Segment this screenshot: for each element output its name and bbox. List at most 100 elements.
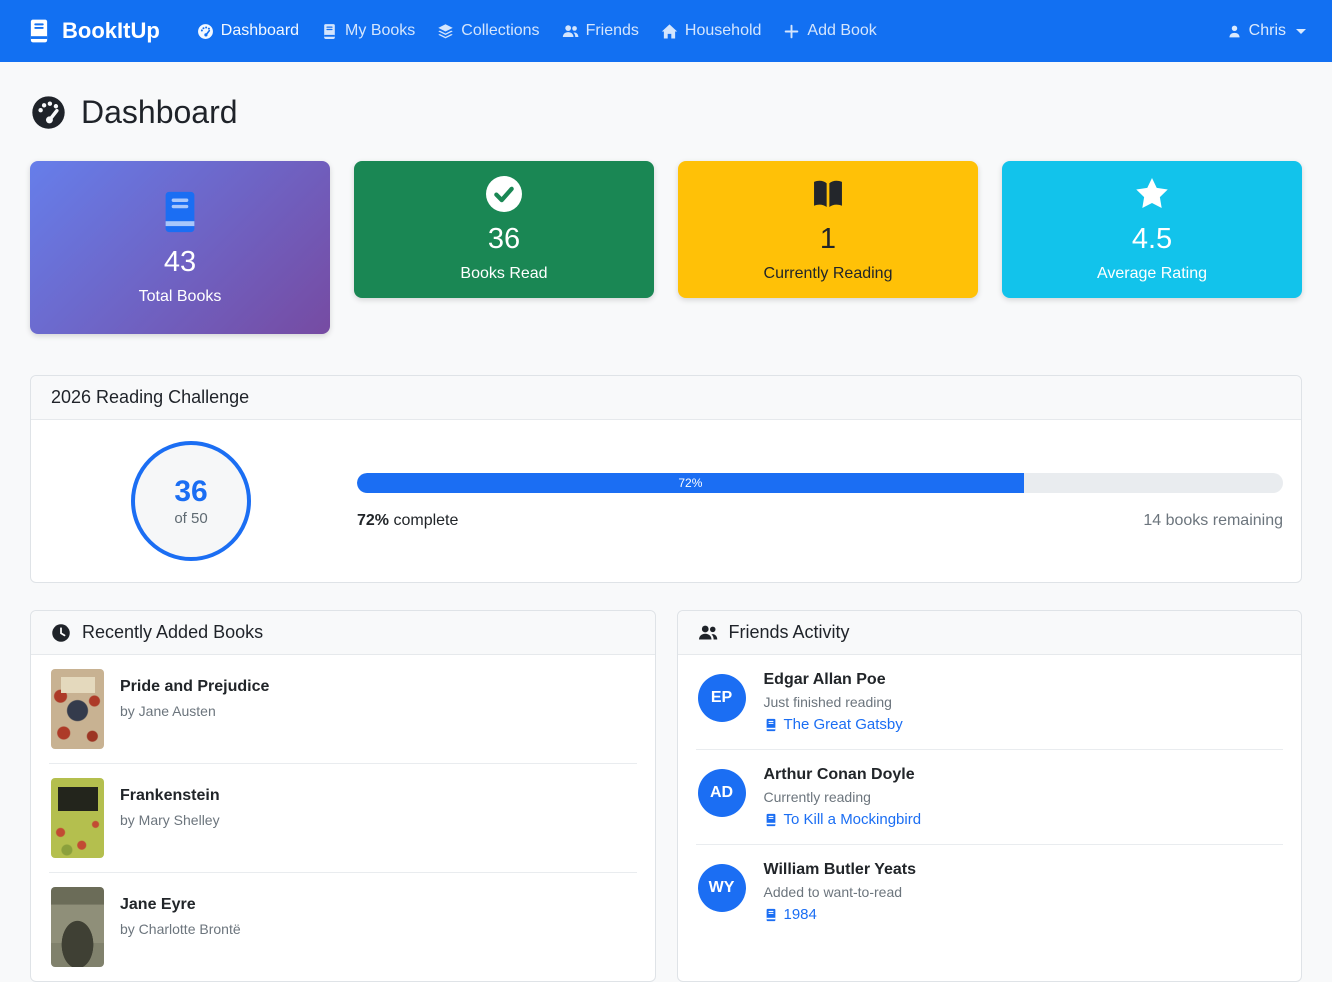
stat-label: Average Rating	[1097, 265, 1207, 283]
book-author: by Charlotte Brontë	[120, 921, 241, 938]
friend-book-title: 1984	[783, 906, 817, 924]
chevron-down-icon	[1296, 28, 1306, 34]
challenge-count: 36	[174, 475, 208, 509]
progress-track: 72%	[357, 472, 1283, 493]
friend-name: William Butler Yeats	[763, 861, 917, 879]
recently-added-panel: Recently Added Books Pride and Prejudice…	[30, 610, 656, 982]
friend-info: Edgar Allan Poe Just finished reading Th…	[764, 671, 903, 733]
friend-activity-item: EP Edgar Allan Poe Just finished reading…	[695, 655, 1283, 751]
friend-action: Just finished reading	[763, 694, 892, 711]
book-list-item: Pride and Prejudice by Jane Austen	[49, 655, 637, 765]
friend-info: Arthur Conan Doyle Currently reading To …	[764, 766, 922, 828]
gauge-icon	[197, 23, 214, 40]
book-info: Pride and Prejudice by Jane Austen	[120, 669, 269, 749]
progress-label: 72%	[678, 475, 703, 490]
nav-item-dashboard[interactable]: Dashboard	[186, 14, 310, 48]
stat-value: 1	[819, 223, 837, 255]
avatar: AD	[697, 769, 746, 818]
friend-book-link[interactable]: The Great Gatsby	[764, 716, 903, 733]
user-name: Chris	[1248, 22, 1286, 39]
stat-value: 43	[163, 246, 197, 278]
reading-challenge-panel: 2026 Reading Challenge 36 of 50 72% 72% …	[30, 375, 1302, 584]
friend-action: Currently reading	[763, 789, 871, 806]
friend-book-link[interactable]: To Kill a Mockingbird	[764, 811, 922, 829]
stat-label: Total Books	[138, 288, 222, 306]
brand-logo[interactable]: BookItUp	[26, 18, 160, 44]
friends-activity-header: Friends Activity	[677, 611, 1301, 656]
house-icon	[661, 23, 678, 40]
nav-label: Friends	[585, 22, 639, 39]
stat-card-average-rating: 4.5 Average Rating	[1002, 161, 1302, 299]
challenge-progress-fill: 72%	[357, 472, 1024, 493]
book-info: Jane Eyre by Charlotte Brontë	[120, 887, 241, 967]
nav-label: Household	[684, 22, 762, 39]
book-title: Pride and Prejudice	[120, 678, 270, 696]
nav-label: Dashboard	[220, 22, 300, 39]
person-icon	[1227, 24, 1242, 39]
friend-activity-item: AD Arthur Conan Doyle Currently reading …	[695, 750, 1283, 846]
nav-item-my-books[interactable]: My Books	[310, 14, 426, 48]
challenge-goal: of 50	[174, 509, 208, 527]
star-icon	[1018, 176, 1286, 212]
nav-item-friends[interactable]: Friends	[551, 14, 650, 48]
nav-links: Dashboard My Books Collections Friends H…	[186, 14, 1227, 48]
clock-icon	[51, 623, 71, 643]
check-circle-icon	[370, 176, 638, 212]
challenge-body: 36 of 50 72% 72% complete 14 books remai…	[31, 420, 1301, 582]
stat-label: Books Read	[460, 265, 548, 283]
challenge-title: 2026 Reading Challenge	[51, 387, 250, 408]
friend-name: Arthur Conan Doyle	[763, 766, 915, 784]
stat-value: 36	[487, 223, 521, 255]
friend-action: Added to want-to-read	[763, 884, 903, 901]
stat-card-currently-reading: 1 Currently Reading	[678, 161, 978, 299]
navbar: BookItUp Dashboard My Books Collections …	[0, 0, 1332, 62]
stat-card-books-read: 36 Books Read	[354, 161, 654, 299]
friends-activity-list: EP Edgar Allan Poe Just finished reading…	[678, 655, 1302, 939]
gauge-icon	[30, 94, 67, 131]
nav-label: Collections	[461, 22, 540, 39]
open-book-icon	[694, 176, 962, 212]
book-author: by Jane Austen	[120, 703, 216, 720]
stack-icon	[437, 23, 454, 40]
recently-added-title: Recently Added Books	[82, 622, 264, 643]
avatar: WY	[697, 864, 746, 913]
challenge-header: 2026 Reading Challenge	[31, 376, 1301, 421]
book-cover	[51, 887, 104, 968]
friend-book-link[interactable]: 1984	[764, 906, 917, 923]
bottom-row: Recently Added Books Pride and Prejudice…	[30, 610, 1302, 982]
people-icon	[698, 623, 718, 643]
book-icon	[764, 813, 778, 827]
book-cover	[51, 778, 104, 859]
books-remaining-text: 14 books remaining	[1143, 511, 1283, 529]
brand-name: BookItUp	[62, 18, 160, 43]
people-icon	[562, 23, 579, 40]
book-icon	[46, 189, 314, 235]
friend-book-title: To Kill a Mockingbird	[783, 811, 922, 829]
nav-label: My Books	[345, 22, 416, 39]
book-author: by Mary Shelley	[120, 812, 220, 829]
nav-item-household[interactable]: Household	[650, 14, 773, 48]
stats-row: 43 Total Books 36 Books Read 1 Currently…	[30, 161, 1302, 335]
challenge-progress-col: 72% 72% complete 14 books remaining	[357, 472, 1283, 530]
avatar: EP	[697, 674, 746, 723]
book-info: Frankenstein by Mary Shelley	[120, 778, 220, 858]
book-title: Jane Eyre	[120, 896, 196, 914]
book-logo-icon	[26, 18, 52, 44]
nav-item-add-book[interactable]: Add Book	[772, 14, 887, 48]
challenge-goal-circle: 36 of 50	[131, 441, 251, 562]
book-icon	[764, 908, 778, 922]
friend-book-title: The Great Gatsby	[783, 716, 903, 734]
stat-label: Currently Reading	[763, 265, 893, 283]
recently-added-header: Recently Added Books	[31, 611, 655, 656]
nav-item-collections[interactable]: Collections	[426, 14, 550, 48]
page-title-text: Dashboard	[81, 94, 238, 130]
plus-icon	[783, 23, 800, 40]
friend-name: Edgar Allan Poe	[763, 671, 886, 689]
percent-complete-text: 72% complete	[357, 511, 459, 529]
book-list-item: Frankenstein by Mary Shelley	[49, 764, 637, 874]
book-title: Frankenstein	[120, 787, 220, 805]
user-menu[interactable]: Chris	[1227, 22, 1306, 40]
stat-value: 4.5	[1131, 223, 1173, 255]
page-title: Dashboard	[30, 94, 1302, 131]
progress-meta: 72% complete 14 books remaining	[357, 512, 1283, 530]
